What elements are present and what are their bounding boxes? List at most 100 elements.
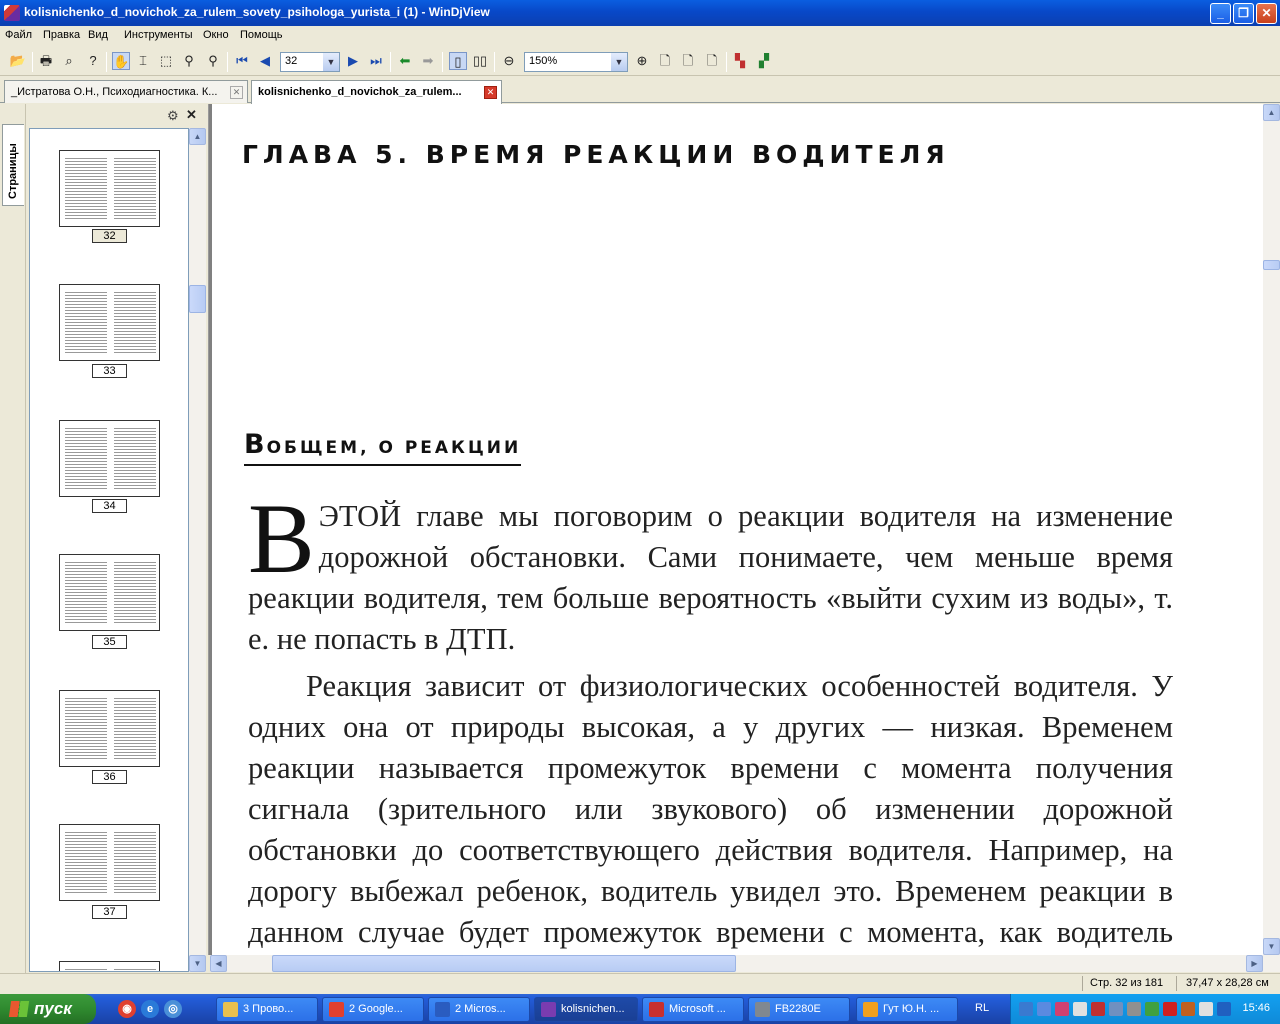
forward-icon[interactable]: ➡ [419,52,437,70]
minimize-button[interactable]: _ [1210,3,1231,24]
help-icon[interactable]: ? [84,52,102,70]
task-label: kolisnichen... [561,1003,625,1015]
task-gut[interactable]: Гут Ю.Н. ... [856,997,958,1022]
tray-monitor-icon[interactable] [1109,1002,1123,1016]
chevron-down-icon[interactable]: ▼ [611,53,627,71]
zoom-combo[interactable]: 150% ▼ [524,52,628,72]
tab-pages-label: Страницы [7,143,19,199]
document-hscrollbar[interactable]: ◀ ▶ [210,955,1280,972]
menu-window[interactable]: Окно [203,29,229,41]
rotate-icon[interactable]: ▞ [755,52,773,70]
start-button[interactable]: пуск [0,994,96,1024]
maximize-button[interactable]: ❐ [1233,3,1254,24]
task-microsoft[interactable]: Microsoft ... [642,997,744,1022]
display-mode-icon[interactable]: ▚ [731,52,749,70]
tray-antivirus-icon[interactable] [1163,1002,1177,1016]
quicklaunch-icon[interactable]: ◎ [164,1000,182,1018]
tray-app-icon[interactable] [1055,1002,1069,1016]
zoom-in-icon[interactable]: ⊕ [633,52,651,70]
first-page-icon[interactable]: ⏮ [233,52,251,70]
thumbnail-label: 34 [92,499,127,513]
document-view[interactable]: ГЛАВА 5. ВРЕМЯ РЕАКЦИИ ВОДИТЕЛЯ В ОБЩЕМ, … [208,104,1263,955]
task-explorer[interactable]: 3 Прово... [216,997,318,1022]
chrome-icon[interactable]: ◉ [118,1000,136,1018]
zoom-tool-icon[interactable]: ⚲ [180,52,198,70]
rect-select-icon[interactable]: ⬚ [157,52,175,70]
actual-size-icon[interactable]: 🗋 [703,52,721,70]
tray-update-icon[interactable] [1145,1002,1159,1016]
tray-device-icon[interactable] [1127,1002,1141,1016]
task-word[interactable]: 2 Micros... [428,997,530,1022]
back-icon[interactable]: ⬅ [396,52,414,70]
tray-security-icon[interactable] [1181,1002,1195,1016]
thumbnail-page-35[interactable] [59,554,160,631]
hscrollbar-thumb[interactable] [272,955,736,972]
section-heading-capital: В [244,429,265,460]
thumbnail-page-38[interactable] [59,961,160,971]
zoom-out-icon[interactable]: ⊖ [500,52,518,70]
open-icon[interactable]: 📂 [9,52,27,70]
prev-page-icon[interactable]: ◀ [256,52,274,70]
task-label: 2 Google... [349,1003,403,1015]
find-icon[interactable]: ⌕ [60,52,78,70]
page-number-combo[interactable]: 32 ▼ [280,52,340,72]
close-tab-icon[interactable]: ✕ [230,86,243,99]
scrollbar-thumb[interactable] [189,285,206,313]
fit-width-icon[interactable]: 🗋 [679,52,697,70]
text-select-icon[interactable]: ⌶ [134,52,152,70]
gear-icon[interactable]: ⚙ [167,108,179,124]
tray-network-icon[interactable] [1019,1002,1033,1016]
thumbnail-page-37[interactable] [59,824,160,901]
thumbnails-scrollbar[interactable]: ▲ ▼ [189,128,206,972]
tray-keyboard-icon[interactable] [1073,1002,1087,1016]
tray-volume-icon[interactable] [1199,1002,1213,1016]
scroll-down-icon[interactable]: ▼ [1263,938,1280,955]
language-indicator[interactable]: RL [975,1002,989,1014]
hand-tool-icon[interactable]: ✋ [112,52,130,70]
thumbnail-label: 32 [92,229,127,243]
menu-edit[interactable]: Правка [43,29,80,41]
ie-icon[interactable]: e [141,1000,159,1018]
next-page-icon[interactable]: ▶ [344,52,362,70]
close-icon[interactable]: ✕ [186,107,197,123]
tray-info-icon[interactable] [1217,1002,1231,1016]
thumbnail-page-34[interactable] [59,420,160,497]
scroll-up-icon[interactable]: ▲ [1263,104,1280,121]
two-pages-icon[interactable]: ▯▯ [471,52,489,70]
thumbnail-label: 37 [92,905,127,919]
chapter-title: ГЛАВА 5. ВРЕМЯ РЕАКЦИИ ВОДИТЕЛЯ [242,140,950,169]
tab-istratova[interactable]: _Истратова О.Н., Психодиагностика. К... … [4,80,248,103]
zoom-rect-icon[interactable]: ⚲ [204,52,222,70]
scroll-down-icon[interactable]: ▼ [189,955,206,972]
scroll-right-icon[interactable]: ▶ [1246,955,1263,972]
scrollbar-thumb[interactable] [1263,260,1280,270]
tray-display-icon[interactable] [1037,1002,1051,1016]
page-number-value: 32 [285,55,298,67]
scroll-up-icon[interactable]: ▲ [189,128,206,145]
menu-file[interactable]: Файл [5,29,32,41]
thumbnail-page-33[interactable] [59,284,160,361]
fit-page-icon[interactable]: 🗋 [656,52,674,70]
last-page-icon[interactable]: ⏭ [367,52,385,70]
menu-tools[interactable]: Инструменты [124,29,193,41]
toolbar-separator [726,52,727,72]
tab-kolisnichenko[interactable]: kolisnichenko_d_novichok_za_rulem... ✕ [251,80,502,104]
task-chrome[interactable]: 2 Google... [322,997,424,1022]
tray-drive-icon[interactable] [1091,1002,1105,1016]
task-label: FB2280E [775,1003,821,1015]
chevron-down-icon[interactable]: ▼ [323,53,339,71]
menu-view[interactable]: Вид [88,29,108,41]
single-page-icon[interactable]: ▯ [449,52,467,70]
thumbnail-page-36[interactable] [59,690,160,767]
tab-pages[interactable]: Страницы [2,124,24,206]
print-icon[interactable]: 🖶 [37,52,55,70]
close-button[interactable]: ✕ [1256,3,1277,24]
task-fb2280e[interactable]: FB2280E [748,997,850,1022]
scroll-left-icon[interactable]: ◀ [210,955,227,972]
menu-help[interactable]: Помощь [240,29,283,41]
thumbnails-panel[interactable]: 32 33 34 35 36 37 [29,128,189,972]
close-tab-icon[interactable]: ✕ [484,86,497,99]
thumbnail-page-32[interactable] [59,150,160,227]
task-windjview[interactable]: kolisnichen... [534,997,638,1022]
document-scrollbar[interactable]: ▲ ▼ [1263,104,1280,955]
